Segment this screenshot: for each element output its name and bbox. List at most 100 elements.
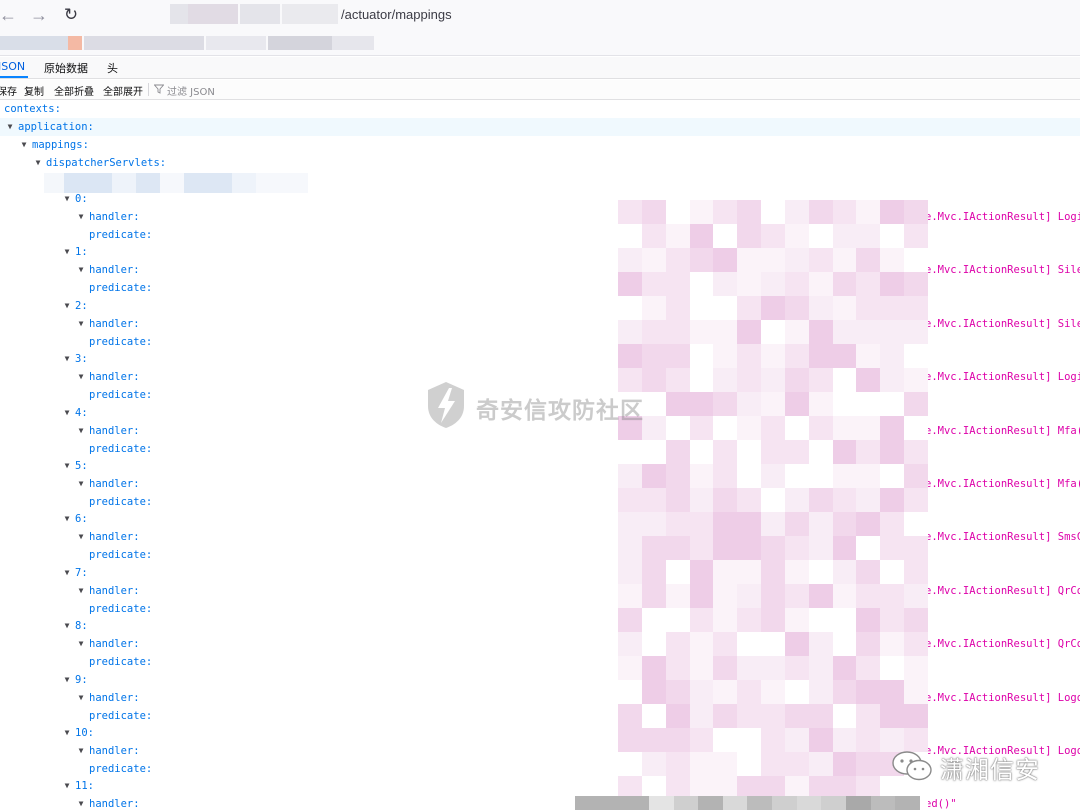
wechat-logo-icon — [892, 751, 932, 781]
json-key: handler: — [89, 371, 140, 384]
json-key: 4: — [75, 406, 88, 419]
redacted-key-row — [44, 173, 308, 193]
json-key: 9: — [75, 673, 88, 686]
expand-all-button[interactable]: 全部展开 — [103, 83, 143, 98]
copy-button[interactable]: 复制 — [24, 83, 44, 98]
json-string-value: e.Mvc.IActionResult] Logout — [925, 691, 1080, 704]
json-key: predicate: — [89, 602, 153, 615]
center-watermark: 奇安信攻防社区 — [424, 380, 664, 430]
redacted-bookmark — [84, 36, 204, 50]
expand-arrow-icon[interactable]: ▼ — [62, 510, 72, 528]
expand-arrow-icon[interactable]: ▼ — [76, 368, 86, 386]
json-key: 3: — [75, 353, 88, 366]
reload-icon[interactable]: ↻ — [60, 4, 82, 26]
json-key: predicate: — [89, 282, 153, 295]
json-key: handler: — [89, 638, 140, 651]
json-string-value: e.Mvc.IActionResult] Login( — [925, 371, 1080, 384]
expand-arrow-icon[interactable]: ▼ — [62, 297, 72, 315]
json-string-value: ed()" — [925, 798, 957, 810]
filter-icon — [154, 84, 164, 94]
json-key: mappings: — [32, 139, 89, 151]
json-key: predicate: — [89, 442, 153, 455]
json-key: handler: — [89, 424, 140, 437]
json-string-value: e.Mvc.IActionResult] Silent — [925, 317, 1080, 330]
json-string-value: e.Mvc.IActionResult] QrCode — [925, 638, 1080, 651]
tab-json[interactable]: JSON — [0, 60, 25, 73]
tree-row-mappings[interactable]: ▼ mappings: — [0, 136, 1080, 154]
redacted-bookmark — [68, 36, 82, 50]
json-key: 2: — [75, 299, 88, 312]
bookmarks-bar — [0, 30, 1080, 56]
json-string-value: e.Mvc.IActionResult] Mfa(eW — [925, 478, 1080, 490]
active-tab-indicator — [0, 76, 28, 78]
expand-arrow-icon[interactable]: ▼ — [62, 777, 72, 795]
browser-toolbar: ← → ↻ /actuator/mappings — [0, 0, 1080, 30]
redacted-url-part — [240, 4, 280, 24]
expand-arrow-icon[interactable]: ▼ — [62, 671, 72, 689]
json-string-value: e.Mvc.IActionResult] QrCode — [925, 584, 1080, 597]
json-key: handler: — [89, 478, 140, 490]
json-key: predicate: — [89, 389, 153, 402]
tab-headers[interactable]: 头 — [107, 60, 118, 76]
watermark-text: 奇安信攻防社区 — [476, 398, 644, 424]
expand-arrow-icon[interactable]: ▼ — [5, 118, 15, 136]
json-key: contexts: — [4, 103, 61, 115]
redacted-url-part — [188, 4, 238, 24]
json-key: predicate: — [89, 229, 153, 241]
expand-arrow-icon[interactable]: ▼ — [62, 617, 72, 635]
expand-arrow-icon[interactable]: ▼ — [62, 350, 72, 368]
redacted-bookmark — [0, 36, 68, 50]
tab-raw-data[interactable]: 原始数据 — [44, 60, 88, 76]
expand-arrow-icon[interactable]: ▼ — [76, 582, 86, 600]
json-key: 1: — [75, 246, 88, 259]
tree-row-dispatcher-servlets[interactable]: ▼ dispatcherServlets: — [0, 154, 1080, 172]
expand-arrow-icon[interactable]: ▼ — [76, 475, 86, 493]
redacted-bookmark — [332, 36, 374, 50]
collapse-all-button[interactable]: 全部折叠 — [54, 83, 94, 98]
json-key: predicate: — [89, 496, 153, 508]
json-key: 6: — [75, 513, 88, 526]
json-key: handler: — [89, 745, 140, 757]
expand-arrow-icon[interactable]: ▼ — [76, 315, 86, 333]
json-key: 5: — [75, 460, 88, 472]
expand-arrow-icon[interactable]: ▼ — [76, 689, 86, 707]
save-button[interactable]: 保存 — [0, 83, 17, 98]
corner-watermark: 潇湘信安 — [890, 746, 1060, 786]
expand-arrow-icon[interactable]: ▼ — [62, 404, 72, 422]
filter-json-input[interactable]: 过滤 JSON — [167, 83, 215, 98]
expand-arrow-icon[interactable]: ▼ — [76, 635, 86, 653]
expand-arrow-icon[interactable]: ▼ — [62, 457, 72, 475]
json-string-value: e.Mvc.IActionResult] Mfa(Bo — [925, 424, 1080, 437]
json-string-value: e.Mvc.IActionResult] Silent — [925, 264, 1080, 277]
tree-row-contexts[interactable]: contexts: — [0, 100, 1080, 118]
expand-arrow-icon[interactable]: ▼ — [76, 795, 86, 810]
json-key: dispatcherServlets: — [46, 157, 167, 169]
json-key: handler: — [89, 798, 140, 810]
expand-arrow-icon[interactable]: ▼ — [76, 208, 86, 226]
expand-arrow-icon[interactable]: ▼ — [62, 724, 72, 742]
redacted-mosaic — [618, 200, 928, 810]
redacted-url-part — [170, 4, 188, 24]
arrow-right-icon[interactable]: → — [28, 4, 50, 26]
json-key: handler: — [89, 691, 140, 704]
expand-arrow-icon[interactable]: ▼ — [76, 422, 86, 440]
expand-arrow-icon[interactable]: ▼ — [19, 136, 29, 154]
json-key: handler: — [89, 584, 140, 597]
json-key: predicate: — [89, 656, 153, 669]
json-key: handler: — [89, 211, 140, 223]
json-key: application: — [18, 121, 94, 133]
tree-row-application[interactable]: ▼ application: — [0, 118, 1080, 136]
expand-arrow-icon[interactable]: ▼ — [76, 742, 86, 760]
expand-arrow-icon[interactable]: ▼ — [76, 261, 86, 279]
expand-arrow-icon[interactable]: ▼ — [62, 243, 72, 261]
expand-arrow-icon[interactable]: ▼ — [33, 154, 43, 172]
shield-bolt-logo-icon — [428, 382, 464, 428]
json-key: handler: — [89, 264, 140, 277]
json-string-value: e.Mvc.IActionResult] SmsCod — [925, 531, 1080, 544]
json-key: predicate: — [89, 763, 153, 775]
address-bar-url[interactable]: /actuator/mappings — [341, 7, 452, 22]
expand-arrow-icon[interactable]: ▼ — [62, 564, 72, 582]
json-key: handler: — [89, 317, 140, 330]
expand-arrow-icon[interactable]: ▼ — [76, 528, 86, 546]
arrow-left-icon[interactable]: ← — [0, 4, 19, 26]
